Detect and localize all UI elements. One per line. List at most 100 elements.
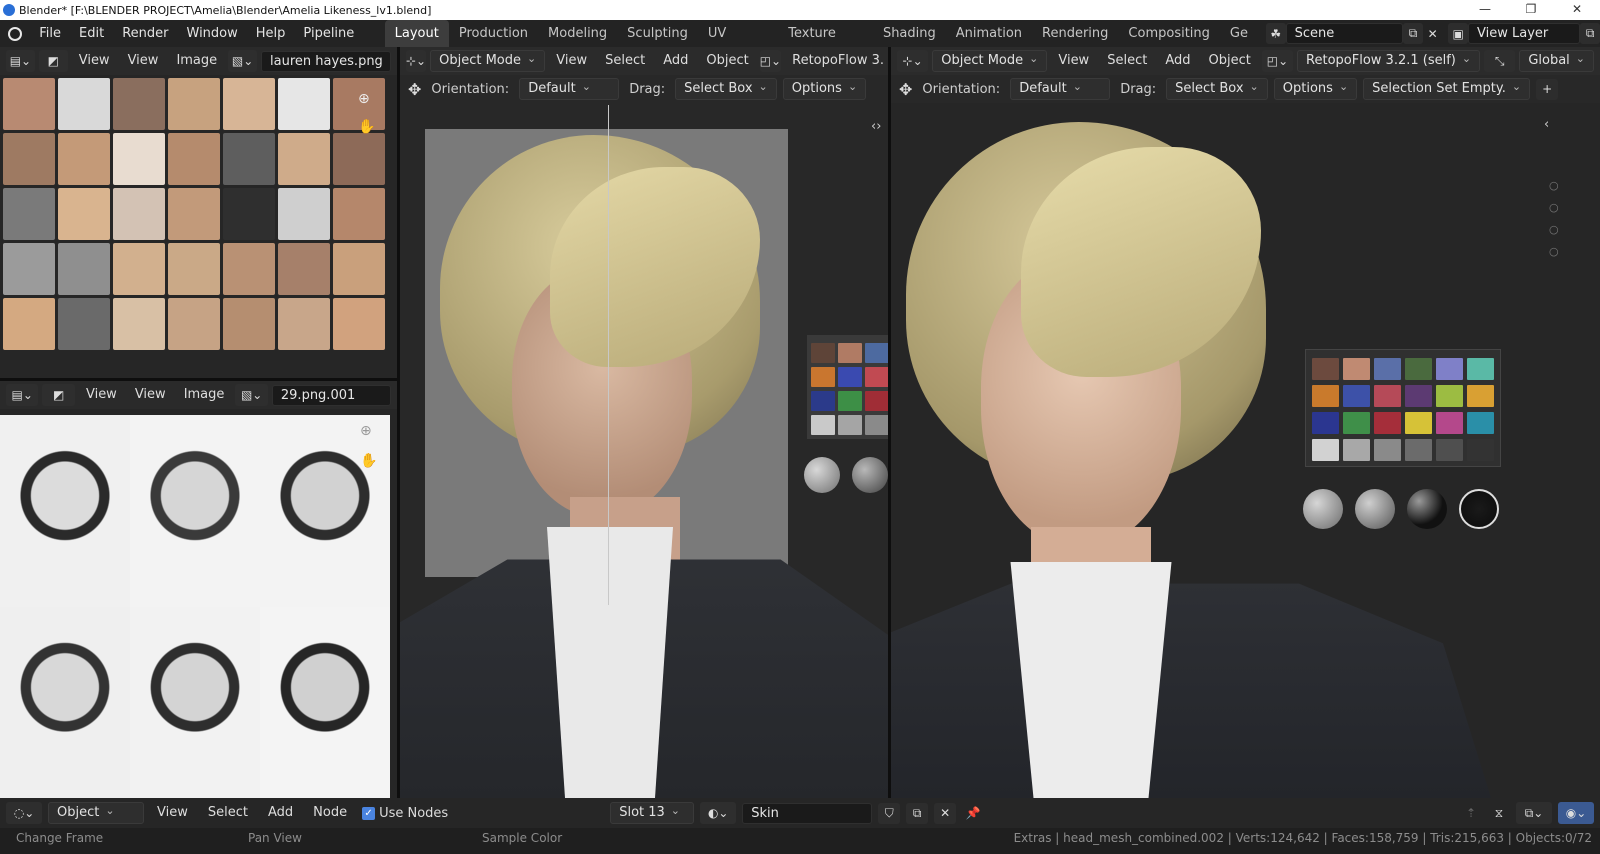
orientation-dropdown[interactable]: Default bbox=[1010, 78, 1111, 100]
tab-production[interactable]: Production bbox=[449, 20, 538, 47]
select-menu[interactable]: Select bbox=[598, 50, 652, 72]
tab-layout[interactable]: Layout bbox=[384, 20, 449, 47]
area-separator[interactable] bbox=[0, 378, 397, 381]
view-menu[interactable]: View bbox=[549, 50, 594, 72]
editor-type-icon[interactable]: ⊹⌄ bbox=[897, 50, 929, 72]
viewport-reference-overlay[interactable]: ⊹⌄ Object Mode View Select Add Object ◰⌄… bbox=[400, 47, 888, 798]
tab-rendering[interactable]: Rendering bbox=[1032, 20, 1118, 47]
node-menu[interactable]: Node bbox=[306, 802, 354, 824]
menu-file[interactable]: File bbox=[30, 20, 70, 47]
image-browse-icon[interactable]: ▧⌄ bbox=[228, 50, 258, 72]
add-selection-set-icon[interactable]: + bbox=[1536, 78, 1559, 100]
image-menu[interactable]: Image bbox=[177, 384, 232, 406]
view-menu[interactable]: View bbox=[128, 384, 173, 406]
scene-icon[interactable]: ☘ bbox=[1266, 23, 1286, 44]
image-name-field[interactable]: 29.png.001 bbox=[271, 384, 391, 406]
nav-gizmo-icon[interactable]: ○ bbox=[1549, 179, 1559, 192]
view-dropdown[interactable]: View bbox=[72, 50, 117, 72]
new-scene-icon[interactable]: ⧉ bbox=[1403, 23, 1423, 44]
options-dropdown[interactable]: Options bbox=[782, 78, 867, 100]
minimize-button[interactable]: — bbox=[1462, 0, 1508, 20]
move-tool-icon[interactable]: ✥ bbox=[408, 80, 421, 99]
add-menu[interactable]: Add bbox=[261, 802, 300, 824]
tab-animation[interactable]: Animation bbox=[946, 20, 1032, 47]
fake-user-icon[interactable]: ⛉ bbox=[878, 802, 901, 824]
menu-pipeline[interactable]: Pipeline bbox=[294, 20, 363, 47]
editor-type-icon[interactable]: ◌⌄ bbox=[6, 802, 42, 824]
nav-gizmo-icon[interactable]: ○ bbox=[1549, 201, 1559, 214]
editor-type-icon[interactable]: ▤⌄ bbox=[6, 384, 39, 406]
transform-orientation-icon[interactable]: ⤡ bbox=[1484, 50, 1516, 72]
sidebar-toggle-icon[interactable]: ‹ bbox=[1544, 117, 1549, 132]
tab-modeling[interactable]: Modeling bbox=[538, 20, 617, 47]
retopoflow-menu[interactable]: RetopoFlow 3. bbox=[785, 50, 888, 72]
drag-dropdown[interactable]: Select Box bbox=[675, 78, 777, 100]
delete-scene-icon[interactable]: ✕ bbox=[1423, 23, 1443, 44]
editor-type-icon[interactable]: ▤⌄ bbox=[6, 50, 35, 72]
snap-mode-icon[interactable]: ⧉⌄ bbox=[1516, 802, 1552, 824]
view-dropdown[interactable]: View bbox=[79, 384, 124, 406]
view-menu[interactable]: View bbox=[121, 50, 166, 72]
retopoflow-menu[interactable]: RetopoFlow 3.2.1 (self) bbox=[1297, 50, 1481, 72]
transform-orientation-dropdown[interactable]: Global bbox=[1519, 50, 1595, 72]
tab-texture-paint[interactable]: Texture Paint bbox=[778, 20, 873, 68]
image-name-field[interactable]: lauren hayes.png bbox=[261, 50, 392, 72]
maximize-button[interactable]: ❐ bbox=[1508, 0, 1554, 20]
pan-hand-icon[interactable]: ✋ bbox=[358, 119, 375, 135]
retopoflow-icon[interactable]: ◰⌄ bbox=[759, 50, 782, 72]
shader-type-dropdown[interactable]: Object bbox=[48, 802, 144, 824]
overlay-toggle-icon[interactable]: ◉⌄ bbox=[1558, 802, 1594, 824]
select-menu[interactable]: Select bbox=[1100, 50, 1154, 72]
tab-uv-editing[interactable]: UV Editing bbox=[698, 20, 778, 68]
sidebar-toggle-icon[interactable]: ‹› bbox=[871, 119, 881, 134]
menu-window[interactable]: Window bbox=[178, 20, 247, 47]
move-tool-icon[interactable]: ✥ bbox=[899, 80, 912, 99]
material-slot-dropdown[interactable]: Slot 13 bbox=[610, 802, 695, 824]
image-menu[interactable]: Image bbox=[169, 50, 224, 72]
parent-node-icon[interactable]: ⇡ bbox=[1460, 803, 1482, 824]
blender-menu-icon[interactable] bbox=[0, 20, 30, 47]
zoom-in-icon[interactable]: ⊕ bbox=[358, 91, 370, 107]
nav-gizmo-icon[interactable]: ○ bbox=[1549, 245, 1559, 258]
use-nodes-checkbox[interactable]: ✓ Use Nodes bbox=[362, 806, 448, 821]
editor-type-icon[interactable]: ⊹⌄ bbox=[406, 50, 427, 72]
material-name-field[interactable]: Skin bbox=[742, 802, 873, 824]
pan-hand-icon[interactable]: ✋ bbox=[360, 453, 377, 469]
tab-shading[interactable]: Shading bbox=[873, 20, 946, 47]
select-menu[interactable]: Select bbox=[201, 802, 255, 824]
add-menu[interactable]: Add bbox=[1158, 50, 1197, 72]
view-menu[interactable]: View bbox=[1051, 50, 1096, 72]
selection-set-dropdown[interactable]: Selection Set Empty. bbox=[1363, 78, 1531, 100]
material-browse-icon[interactable]: ◐⌄ bbox=[700, 802, 737, 824]
retopoflow-icon[interactable]: ◰⌄ bbox=[1261, 50, 1294, 72]
orientation-dropdown[interactable]: Default bbox=[519, 78, 620, 100]
scene-field[interactable]: Scene bbox=[1285, 23, 1404, 44]
duplicate-material-icon[interactable]: ⧉ bbox=[906, 802, 929, 824]
tab-geometry-nodes[interactable]: Ge bbox=[1220, 20, 1258, 47]
image-browse-icon[interactable]: ▧⌄ bbox=[235, 384, 268, 406]
new-view-layer-icon[interactable]: ⧉ bbox=[1580, 23, 1600, 44]
view-layer-field[interactable]: View Layer bbox=[1468, 23, 1581, 44]
options-dropdown[interactable]: Options bbox=[1273, 78, 1358, 100]
view-mode-icon[interactable]: ◩ bbox=[38, 50, 68, 72]
drag-dropdown[interactable]: Select Box bbox=[1166, 78, 1268, 100]
tab-compositing[interactable]: Compositing bbox=[1118, 20, 1220, 47]
menu-render[interactable]: Render bbox=[113, 20, 177, 47]
view-layer-icon[interactable]: ▣ bbox=[1448, 23, 1469, 44]
pin-icon[interactable]: 📌 bbox=[962, 803, 984, 824]
object-menu[interactable]: Object bbox=[1201, 50, 1257, 72]
menu-help[interactable]: Help bbox=[247, 20, 295, 47]
add-menu[interactable]: Add bbox=[656, 50, 695, 72]
unlink-material-icon[interactable]: ✕ bbox=[934, 802, 957, 824]
mode-dropdown[interactable]: Object Mode bbox=[932, 50, 1048, 72]
mode-dropdown[interactable]: Object Mode bbox=[430, 50, 546, 72]
snap-icon[interactable]: ⧖ bbox=[1488, 803, 1510, 824]
zoom-in-icon[interactable]: ⊕ bbox=[360, 423, 372, 439]
view-menu[interactable]: View bbox=[150, 802, 195, 824]
view-mode-icon[interactable]: ◩ bbox=[42, 384, 75, 406]
close-window-button[interactable]: ✕ bbox=[1554, 0, 1600, 20]
nav-gizmo-icon[interactable]: ○ bbox=[1549, 223, 1559, 236]
menu-edit[interactable]: Edit bbox=[70, 20, 113, 47]
object-menu[interactable]: Object bbox=[699, 50, 755, 72]
tab-sculpting[interactable]: Sculpting bbox=[617, 20, 698, 47]
